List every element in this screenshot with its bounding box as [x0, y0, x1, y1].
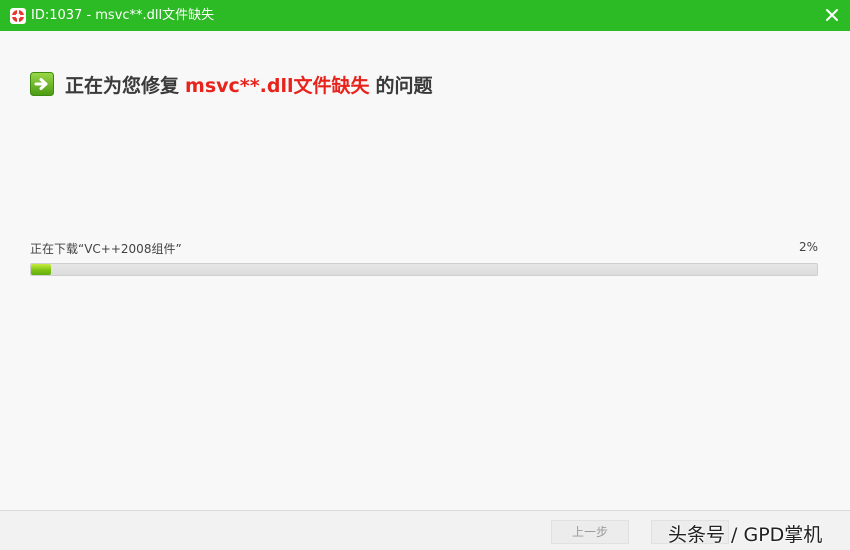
close-icon[interactable]: [822, 5, 842, 25]
heading-problem-name: msvc**.dll文件缺失: [185, 74, 370, 97]
heading-prefix: 正在为您修复: [65, 74, 180, 97]
progress-percent: 2%: [798, 240, 818, 254]
progress-bar: [30, 263, 818, 276]
window-title: ID:1037 - msvc**.dll文件缺失: [31, 8, 215, 23]
page-heading: 正在为您修复 msvc**.dll文件缺失 的问题: [30, 71, 433, 97]
green-arrow-icon: [30, 72, 54, 96]
watermark-text: 头条号 / GPD掌机: [668, 524, 823, 546]
lifebuoy-icon: [10, 8, 26, 24]
progress-fill: [31, 264, 51, 275]
prev-step-button[interactable]: 上一步: [551, 520, 629, 544]
heading-suffix: 的问题: [375, 74, 433, 97]
main-panel: 正在为您修复 msvc**.dll文件缺失 的问题 正在下载“VC++2008组…: [0, 31, 850, 510]
title-bar: ID:1037 - msvc**.dll文件缺失: [0, 0, 850, 31]
download-status: 正在下载“VC++2008组件”: [30, 242, 182, 256]
